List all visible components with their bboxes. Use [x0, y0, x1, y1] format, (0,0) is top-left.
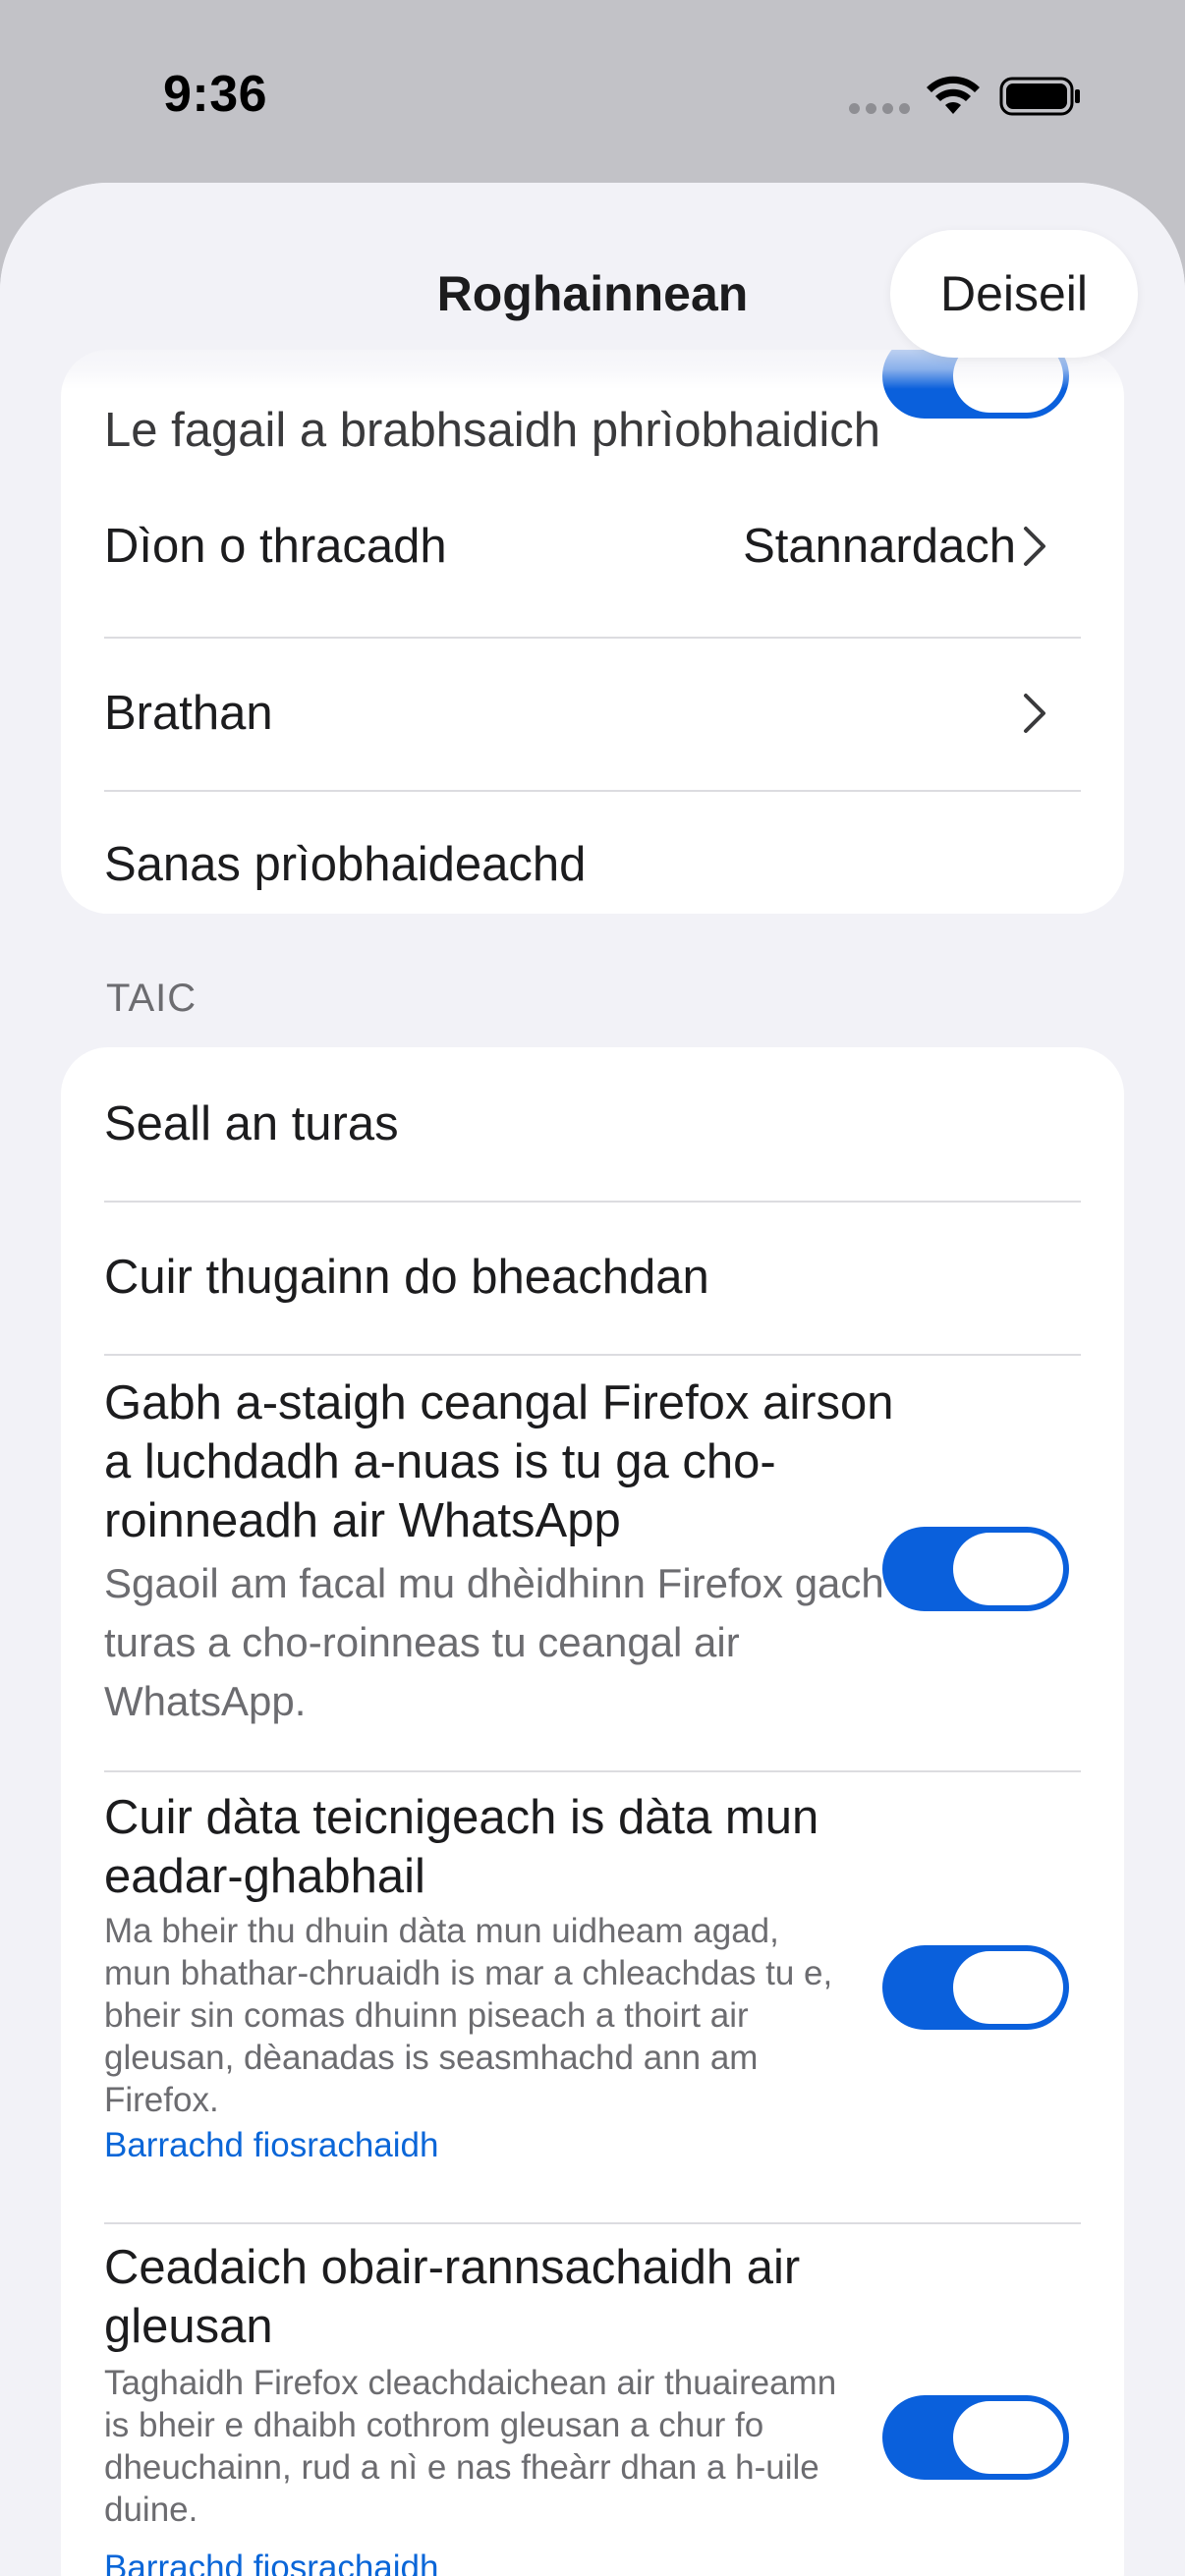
show-tour-row[interactable]: Seall an turas — [61, 1047, 1124, 1201]
technical-data-learn-more-link[interactable]: Barrachd fiosrachaidh — [104, 2126, 438, 2165]
toggle-knob — [953, 1533, 1063, 1605]
nav-bar: Roghainnean Deiseil — [0, 183, 1185, 389]
studies-title: Ceadaich obair-rannsachaidh air gleusan — [104, 2241, 801, 2353]
settings-sheet: Le fagail a brabhsaidh phrìobhaidich Dìo… — [0, 183, 1185, 2576]
toggle-knob — [953, 2401, 1063, 2474]
whatsapp-row[interactable]: Gabh a-staigh ceangal Firefox airson a l… — [61, 1356, 1124, 1772]
whatsapp-toggle[interactable] — [882, 1527, 1069, 1611]
tracking-protection-value: Stannardach — [743, 520, 1016, 573]
status-bar: 9:36 — [0, 0, 1185, 187]
privacy-card: Le fagail a brabhsaidh phrìobhaidich Dìo… — [61, 350, 1124, 914]
notifications-row[interactable]: Brathan — [61, 637, 1124, 790]
status-time: 9:36 — [163, 66, 268, 123]
tracking-protection-row[interactable]: Dìon o thracadh Stannardach — [61, 470, 1124, 623]
technical-data-description: Ma bheir thu dhuin dàta mun uidheam agad… — [104, 1912, 833, 2119]
studies-row[interactable]: Ceadaich obair-rannsachaidh air gleusan … — [61, 2224, 1124, 2576]
chevron-right-icon — [1024, 527, 1045, 566]
technical-data-toggle[interactable] — [882, 1945, 1069, 2030]
technical-data-row[interactable]: Cuir dàta teicnigeach is dàta mun eadar-… — [61, 1772, 1124, 2224]
tracking-protection-label: Dìon o thracadh — [104, 520, 447, 573]
privacy-notice-label: Sanas prìobhaideachd — [104, 838, 587, 891]
battery-icon — [999, 77, 1080, 116]
cellular-signal-icon — [849, 103, 910, 114]
whatsapp-title: Gabh a-staigh ceangal Firefox airson a l… — [104, 1376, 894, 1547]
chevron-right-icon — [1024, 694, 1045, 733]
technical-data-title: Cuir dàta teicnigeach is dàta mun eadar-… — [104, 1791, 819, 1903]
private-browsing-label: Le fagail a brabhsaidh phrìobhaidich — [104, 404, 881, 457]
wifi-icon — [927, 76, 980, 114]
privacy-notice-row[interactable]: Sanas prìobhaideachd — [61, 790, 1124, 914]
done-button[interactable]: Deiseil — [890, 230, 1138, 358]
notifications-label: Brathan — [104, 687, 273, 740]
whatsapp-description: Sgaoil am facal mu dhèidhinn Firefox gac… — [104, 1560, 884, 1724]
send-feedback-label: Cuir thugainn do bheachdan — [104, 1251, 709, 1304]
support-card: Seall an turas Cuir thugainn do bheachda… — [61, 1047, 1124, 2576]
toggle-knob — [953, 1951, 1063, 2024]
section-header-support: TAIC — [106, 977, 198, 1020]
studies-toggle[interactable] — [882, 2395, 1069, 2480]
show-tour-label: Seall an turas — [104, 1097, 399, 1150]
send-feedback-row[interactable]: Cuir thugainn do bheachdan — [61, 1203, 1124, 1354]
studies-description: Taghaidh Firefox cleachdaichean air thua… — [104, 2364, 837, 2529]
studies-learn-more-link[interactable]: Barrachd fiosrachaidh — [104, 2548, 438, 2576]
